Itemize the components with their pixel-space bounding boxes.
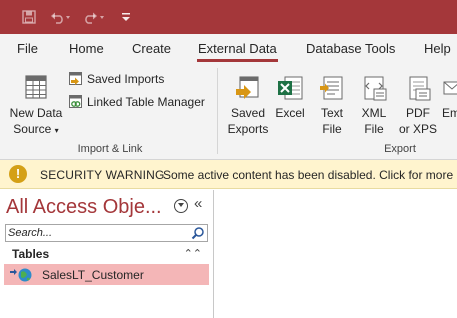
redo-icon[interactable]	[82, 0, 108, 34]
tab-home[interactable]: Home	[69, 41, 104, 56]
table-icon	[25, 75, 47, 99]
linked-table-manager-button[interactable]: Linked Table Manager	[68, 94, 205, 109]
new-data-source-button[interactable]: New Data Source ▾	[6, 72, 66, 139]
import-link-group-label: Import & Link	[77, 143, 143, 155]
nav-menu-dropdown-icon[interactable]	[174, 199, 188, 213]
saved-exports-label-2: Exports	[227, 122, 269, 136]
saved-exports-icon	[236, 76, 259, 99]
ribbon-group-separator	[217, 68, 218, 154]
saved-imports-icon	[69, 72, 82, 85]
navigation-pane-title[interactable]: All Access Obje...	[6, 196, 162, 219]
collapse-group-icon[interactable]: ⌃⌃	[184, 247, 202, 260]
export-text-file-button[interactable]: Text File	[314, 74, 350, 137]
export-email-button[interactable]: Em	[442, 74, 457, 121]
export-group-label: Export	[384, 143, 416, 155]
xml-file-label-2: File	[364, 122, 384, 136]
search-icon[interactable]	[191, 226, 205, 240]
saved-imports-label: Saved Imports	[87, 71, 165, 86]
collapse-pane-icon[interactable]: «	[194, 196, 202, 212]
linked-table-icon	[69, 95, 82, 108]
security-warning-message[interactable]: Some active content has been disabled. C…	[163, 168, 457, 182]
security-warning-bar[interactable]: ! SECURITY WARNING Some active content h…	[0, 160, 457, 189]
tables-group-label: Tables	[12, 247, 50, 261]
title-bar	[0, 0, 457, 34]
export-excel-button[interactable]: Excel	[273, 74, 307, 121]
new-data-source-label-1: New Data	[9, 106, 63, 120]
xml-file-icon	[364, 76, 387, 101]
saved-exports-button[interactable]: Saved Exports	[226, 74, 270, 137]
saved-imports-button[interactable]: Saved Imports	[68, 71, 164, 86]
search-input[interactable]	[8, 225, 188, 241]
tab-help[interactable]: Help	[424, 41, 451, 56]
export-xml-file-button[interactable]: XML File	[356, 74, 392, 137]
nav-item-label: SalesLT_Customer	[42, 268, 144, 282]
excel-icon	[278, 76, 303, 100]
customize-qat-icon[interactable]	[118, 0, 134, 34]
undo-icon[interactable]	[48, 0, 74, 34]
navigation-pane: All Access Obje... « Tables ⌃⌃ SalesLT_C…	[0, 190, 214, 318]
warning-icon: !	[9, 165, 27, 183]
tab-create[interactable]: Create	[132, 41, 171, 56]
pdf-xps-label-2: or XPS	[398, 122, 437, 136]
linked-table-globe-icon	[10, 268, 32, 282]
save-icon[interactable]	[18, 0, 40, 34]
email-label: Em	[442, 106, 457, 120]
linked-table-manager-label: Linked Table Manager	[87, 94, 205, 109]
export-pdf-xps-button[interactable]: PDF or XPS	[397, 74, 439, 137]
security-warning-title: SECURITY WARNING	[40, 168, 165, 182]
text-file-label-1: Text	[320, 106, 343, 120]
dropdown-arrow-icon: ▾	[54, 126, 59, 135]
pdf-xps-label-1: PDF	[406, 106, 430, 120]
excel-label: Excel	[275, 106, 305, 120]
ribbon: New Data Source ▾ Saved Imports Linked T…	[0, 62, 457, 160]
xml-file-label-1: XML	[361, 106, 387, 120]
search-box	[5, 224, 208, 242]
tables-group-header[interactable]: Tables ⌃⌃	[6, 247, 208, 263]
new-data-source-label-2: Source ▾	[13, 122, 59, 136]
saved-exports-label-1: Saved	[230, 106, 266, 120]
nav-item-saleslt-customer[interactable]: SalesLT_Customer	[4, 264, 209, 285]
pdf-icon	[409, 76, 431, 101]
ribbon-tab-bar: File Home Create External Data Database …	[0, 34, 457, 62]
tab-file[interactable]: File	[17, 41, 38, 56]
tab-external-data[interactable]: External Data	[197, 41, 278, 62]
tab-database-tools[interactable]: Database Tools	[306, 41, 395, 56]
text-file-label-2: File	[322, 122, 342, 136]
text-file-icon	[320, 76, 343, 100]
email-icon	[443, 81, 457, 95]
